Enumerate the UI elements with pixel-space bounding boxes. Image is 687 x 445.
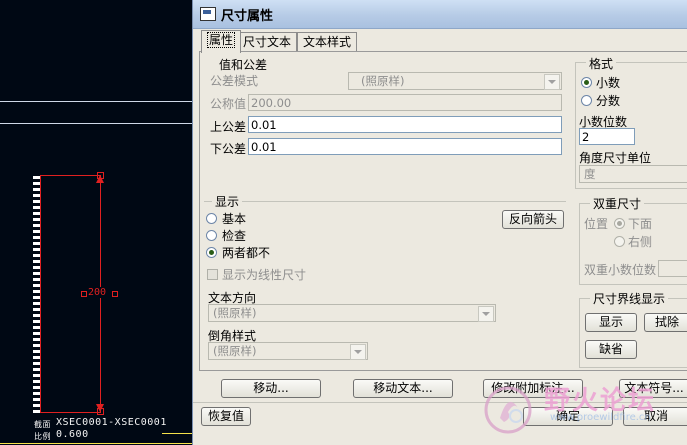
- group-title: 值和公差: [216, 56, 271, 73]
- chamfer-style-select[interactable]: (照原样): [208, 342, 368, 360]
- cad-profile-red: [40, 175, 100, 176]
- dual-position-label: 位置: [584, 217, 609, 231]
- upper-tolerance-field[interactable]: 0.01: [248, 116, 562, 133]
- properties-panel: 值和公差 公差模式 (照原样) 公称值 200.00 上公差 0.01 下公差 …: [199, 51, 687, 371]
- section-note-prefix: 截面: [34, 420, 51, 429]
- decimal-places-field[interactable]: 2: [579, 128, 635, 145]
- flame-logo-icon: [484, 386, 532, 434]
- inspect-label: 检查: [222, 229, 247, 243]
- below-label: 下面: [628, 217, 653, 231]
- inspect-radio[interactable]: [206, 230, 217, 241]
- witness-erase-button[interactable]: 拭除: [644, 313, 687, 332]
- window-icon: [200, 7, 216, 21]
- forum-watermark: 野火论坛 www.proewildfire.cn: [478, 372, 687, 445]
- neither-label: 两者都不: [222, 246, 271, 260]
- decimal-label: 小数: [596, 76, 621, 90]
- chevron-down-icon: [544, 74, 560, 90]
- tolerance-mode-select[interactable]: (照原样): [348, 72, 562, 90]
- lower-tolerance-field[interactable]: 0.01: [248, 138, 562, 155]
- section-note: XSEC0001-XSEC0001: [56, 417, 167, 428]
- text-direction-select[interactable]: (照原样): [208, 304, 496, 322]
- dimension-value[interactable]: 200: [88, 287, 107, 298]
- decimal-radio[interactable]: [581, 77, 592, 88]
- group-title: 显示: [212, 193, 243, 210]
- cad-horizontal-line: [0, 101, 192, 102]
- witness-default-button[interactable]: 缺省: [585, 340, 637, 359]
- text-direction-value: (照原样): [213, 306, 257, 320]
- watermark-url: www.proewildfire.cn: [550, 412, 651, 423]
- fraction-radio[interactable]: [581, 95, 592, 106]
- group-title: 双重尺寸: [590, 195, 645, 212]
- cad-border-line: [162, 433, 192, 434]
- angle-unit-select[interactable]: 度: [579, 165, 687, 183]
- nominal-label: 公称值: [210, 97, 247, 111]
- tab-label: 文本样式: [303, 35, 352, 49]
- below-radio[interactable]: [614, 218, 625, 229]
- cad-part-hatch: [33, 175, 40, 413]
- dialog-titlebar[interactable]: 尺寸属性: [193, 0, 687, 29]
- right-label: 右侧: [628, 235, 653, 249]
- lower-tolerance-label: 下公差: [210, 142, 247, 156]
- group-title: 格式: [586, 55, 617, 72]
- move-text-button[interactable]: 移动文本...: [353, 379, 453, 398]
- tolerance-mode-label: 公差模式: [210, 74, 259, 88]
- nominal-field[interactable]: 200.00: [248, 94, 562, 111]
- cad-profile-red: [40, 412, 100, 413]
- dimension-handle: [81, 291, 87, 297]
- tolerance-mode-value: (照原样): [361, 74, 405, 88]
- tab-text-style[interactable]: 文本样式: [297, 32, 358, 52]
- angle-unit-value: 度: [584, 167, 596, 181]
- cad-border-line: [0, 443, 192, 444]
- linear-dimension-checkbox[interactable]: [207, 269, 218, 280]
- fraction-label: 分数: [596, 94, 621, 108]
- dialog-title: 尺寸属性: [221, 9, 274, 24]
- linear-dimension-label: 显示为线性尺寸: [222, 268, 307, 282]
- angle-unit-label: 角度尺寸单位: [579, 151, 652, 165]
- cad-canvas[interactable]: 200 截面 XSEC0001-XSEC0001 比例 0.600: [0, 0, 192, 445]
- tab-label: 尺寸文本: [243, 35, 292, 49]
- cad-profile-red: [40, 175, 41, 413]
- tab-dimension-text[interactable]: 尺寸文本: [237, 32, 298, 52]
- tab-properties[interactable]: 属性: [201, 30, 242, 53]
- basic-label: 基本: [222, 212, 247, 226]
- dimension-handle: [112, 291, 118, 297]
- dimension-handle: [97, 172, 104, 179]
- tab-label: 属性: [207, 32, 236, 48]
- upper-tolerance-label: 上公差: [210, 120, 247, 134]
- chevron-down-icon: [350, 344, 366, 360]
- dimension-handle: [97, 408, 104, 415]
- flip-arrow-button[interactable]: 反向箭头: [502, 210, 564, 229]
- chamfer-style-value: (照原样): [213, 344, 257, 358]
- move-button[interactable]: 移动...: [221, 379, 321, 398]
- group-title: 尺寸界线显示: [590, 290, 669, 307]
- chevron-down-icon: [478, 306, 494, 322]
- restore-values-button[interactable]: 恢复值: [201, 407, 251, 426]
- witness-show-button[interactable]: 显示: [585, 313, 637, 332]
- scale-note: 0.600: [56, 429, 89, 440]
- scale-note-prefix: 比例: [34, 432, 51, 441]
- cad-horizontal-line: [0, 123, 192, 124]
- basic-radio[interactable]: [206, 213, 217, 224]
- neither-radio[interactable]: [206, 247, 217, 258]
- right-radio[interactable]: [614, 236, 625, 247]
- dual-decimal-places-field[interactable]: [658, 260, 687, 277]
- dual-decimal-places-label: 双重小数位数: [584, 263, 657, 277]
